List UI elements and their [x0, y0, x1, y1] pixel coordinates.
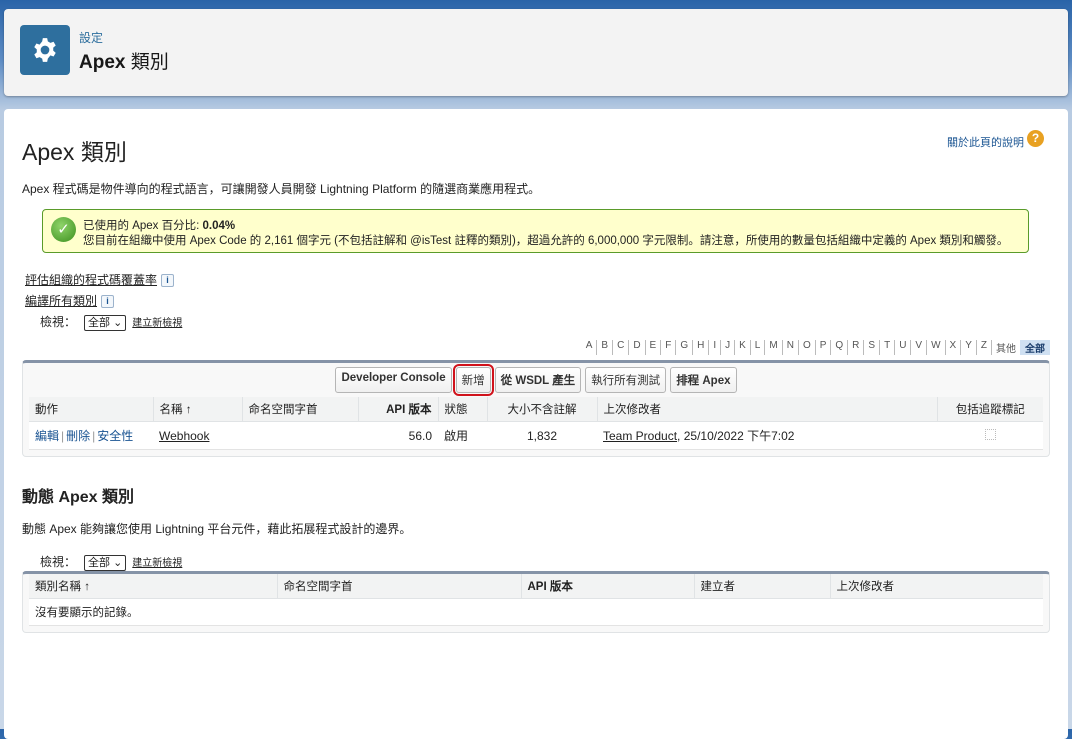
- view-row: 檢視： 全部 ⌄ 建立新檢視: [40, 313, 182, 331]
- alpha-filter-D[interactable]: D: [629, 340, 646, 355]
- alpha-filter-W[interactable]: W: [927, 340, 946, 355]
- gear-icon: [20, 25, 70, 75]
- namespace-cell: [242, 421, 358, 450]
- usage-line2: 您目前在組織中使用 Apex Code 的 2,161 個字元 (不包括註解和 …: [83, 235, 1009, 247]
- page-header: 設定 Apex 類別: [4, 9, 1068, 96]
- dynamic-view-select[interactable]: 全部 ⌄: [84, 555, 127, 571]
- alpha-filter-其他[interactable]: 其他: [992, 340, 1020, 355]
- compile-link[interactable]: 編譯所有類別: [25, 294, 97, 308]
- view-label: 檢視：: [40, 315, 77, 329]
- alpha-filter-V[interactable]: V: [911, 340, 928, 355]
- run-all-tests-button[interactable]: 執行所有測試: [585, 367, 667, 393]
- dynamic-view-row: 檢視： 全部 ⌄ 建立新檢視: [40, 553, 182, 571]
- alpha-filter-P[interactable]: P: [816, 340, 832, 355]
- table-row: 編輯 | 刪除 | 安全性 Webhook 56.0 啟用 1,832 Team Pro…: [29, 421, 1043, 450]
- alpha-filter-S[interactable]: S: [864, 340, 881, 355]
- classes-table: 動作 名稱 ↑ 命名空間字首 API 版本 狀態 大小不含註解 上次修改者 包括…: [29, 397, 1043, 450]
- alpha-filter-T[interactable]: T: [880, 340, 896, 355]
- col-class-name[interactable]: 類別名稱 ↑: [29, 574, 278, 599]
- dynamic-create-view-link[interactable]: 建立新檢視: [132, 558, 182, 569]
- breadcrumb[interactable]: 設定: [79, 29, 103, 46]
- col-modified-by[interactable]: 上次修改者: [597, 397, 938, 422]
- help-link[interactable]: 關於此頁的說明: [947, 134, 1024, 150]
- info-icon[interactable]: i: [161, 274, 175, 288]
- new-button[interactable]: 新增: [452, 364, 494, 396]
- alpha-filter-Q[interactable]: Q: [831, 340, 849, 355]
- alpha-filter-N[interactable]: N: [783, 340, 799, 355]
- col-trace-flag[interactable]: 包括追蹤標記: [937, 397, 1043, 422]
- empty-row: 沒有要顯示的記錄。: [29, 598, 1043, 626]
- help-icon[interactable]: ?: [1027, 130, 1044, 147]
- alpha-filter-Y[interactable]: Y: [961, 340, 977, 355]
- edit-link[interactable]: 編輯: [35, 429, 59, 443]
- coverage-link[interactable]: 評估組織的程式碼覆蓋率: [25, 273, 157, 287]
- dynamic-section-title: 動態 Apex 類別: [22, 489, 135, 506]
- alpha-filter-Z[interactable]: Z: [977, 340, 992, 355]
- col-api[interactable]: API 版本: [521, 574, 695, 599]
- col-namespace[interactable]: 命名空間字首: [242, 397, 359, 422]
- usage-line1: 已使用的 Apex 百分比: 0.04%: [83, 220, 236, 232]
- modified-by-link[interactable]: Team Product: [603, 429, 677, 443]
- alpha-filter-L[interactable]: L: [751, 340, 766, 355]
- generate-from-wsdl-button[interactable]: 從 WSDL 產生: [494, 367, 582, 393]
- size-cell: 1,832: [487, 421, 597, 450]
- compile-row: 編譯所有類別 i: [25, 292, 115, 309]
- alpha-filter-C[interactable]: C: [613, 340, 630, 355]
- class-name-link[interactable]: Webhook: [159, 429, 209, 443]
- alpha-filter-B[interactable]: B: [597, 340, 614, 355]
- col-created-by[interactable]: 建立者: [694, 574, 831, 599]
- alpha-filter-全部[interactable]: 全部: [1020, 340, 1050, 355]
- page-title: Apex 類別: [22, 139, 127, 165]
- security-link[interactable]: 安全性: [97, 429, 133, 443]
- delete-link[interactable]: 刪除: [66, 429, 90, 443]
- trace-flag-checkbox[interactable]: [984, 428, 996, 440]
- usage-message: ✓ 已使用的 Apex 百分比: 0.04% 您目前在組織中使用 Apex Co…: [42, 209, 1029, 253]
- alpha-filter-U[interactable]: U: [895, 340, 912, 355]
- alpha-filter-H[interactable]: H: [693, 340, 710, 355]
- alpha-filter-X[interactable]: X: [946, 340, 962, 355]
- no-records-text: 沒有要顯示的記錄。: [29, 598, 1043, 626]
- alpha-filter-G[interactable]: G: [676, 340, 694, 355]
- button-bar: Developer Console 新增 從 WSDL 產生 執行所有測試 排程…: [23, 363, 1049, 397]
- header-title: Apex 類別: [79, 52, 169, 73]
- col-status[interactable]: 狀態: [438, 397, 488, 422]
- alpha-filter-A[interactable]: A: [582, 340, 598, 355]
- classes-table-panel: Developer Console 新增 從 WSDL 產生 執行所有測試 排程…: [22, 360, 1050, 457]
- schedule-apex-button[interactable]: 排程 Apex: [670, 367, 737, 393]
- col-namespace[interactable]: 命名空間字首: [277, 574, 522, 599]
- col-action: 動作: [29, 397, 154, 422]
- coverage-row: 評估組織的程式碼覆蓋率 i: [25, 271, 175, 288]
- dynamic-table-panel: 類別名稱 ↑ 命名空間字首 API 版本 建立者 上次修改者 沒有要顯示的記錄。: [22, 571, 1050, 633]
- status-cell: 啟用: [438, 421, 487, 450]
- alpha-filter-K[interactable]: K: [735, 340, 751, 355]
- developer-console-button[interactable]: Developer Console: [335, 367, 452, 393]
- dynamic-table: 類別名稱 ↑ 命名空間字首 API 版本 建立者 上次修改者 沒有要顯示的記錄。: [29, 574, 1043, 626]
- col-name[interactable]: 名稱 ↑: [153, 397, 243, 422]
- info-icon[interactable]: i: [101, 295, 115, 309]
- page-description: Apex 程式碼是物件導向的程式語言，可讓開發人員開發 Lightning Pl…: [22, 182, 541, 196]
- col-api[interactable]: API 版本: [358, 397, 439, 422]
- alpha-filter-E[interactable]: E: [646, 340, 662, 355]
- view-select[interactable]: 全部 ⌄: [84, 315, 127, 331]
- main-panel: Apex 類別 關於此頁的說明 ? Apex 程式碼是物件導向的程式語言，可讓開…: [4, 109, 1068, 739]
- view-label: 檢視：: [40, 555, 77, 569]
- check-icon: ✓: [51, 217, 76, 242]
- alpha-filter-R[interactable]: R: [848, 340, 865, 355]
- alphabet-filter: A B C D E F G H I J K L M N O P Q R S T U V W X Y Z 其他 全部: [582, 340, 1050, 355]
- col-size[interactable]: 大小不含註解: [487, 397, 598, 422]
- alpha-filter-M[interactable]: M: [765, 340, 783, 355]
- alpha-filter-I[interactable]: I: [709, 340, 722, 355]
- create-view-link[interactable]: 建立新檢視: [132, 318, 182, 329]
- api-cell: 56.0: [358, 421, 438, 450]
- dynamic-description: 動態 Apex 能夠讓您使用 Lightning 平台元件，藉此拓展程式設計的邊…: [22, 522, 412, 536]
- alpha-filter-F[interactable]: F: [661, 340, 677, 355]
- alpha-filter-J[interactable]: J: [721, 340, 736, 355]
- modified-cell: Team Product, 25/10/2022 下午7:02: [597, 421, 937, 450]
- alpha-filter-O[interactable]: O: [799, 340, 816, 355]
- col-modified-by[interactable]: 上次修改者: [830, 574, 1043, 599]
- action-cell: 編輯 | 刪除 | 安全性: [29, 421, 153, 450]
